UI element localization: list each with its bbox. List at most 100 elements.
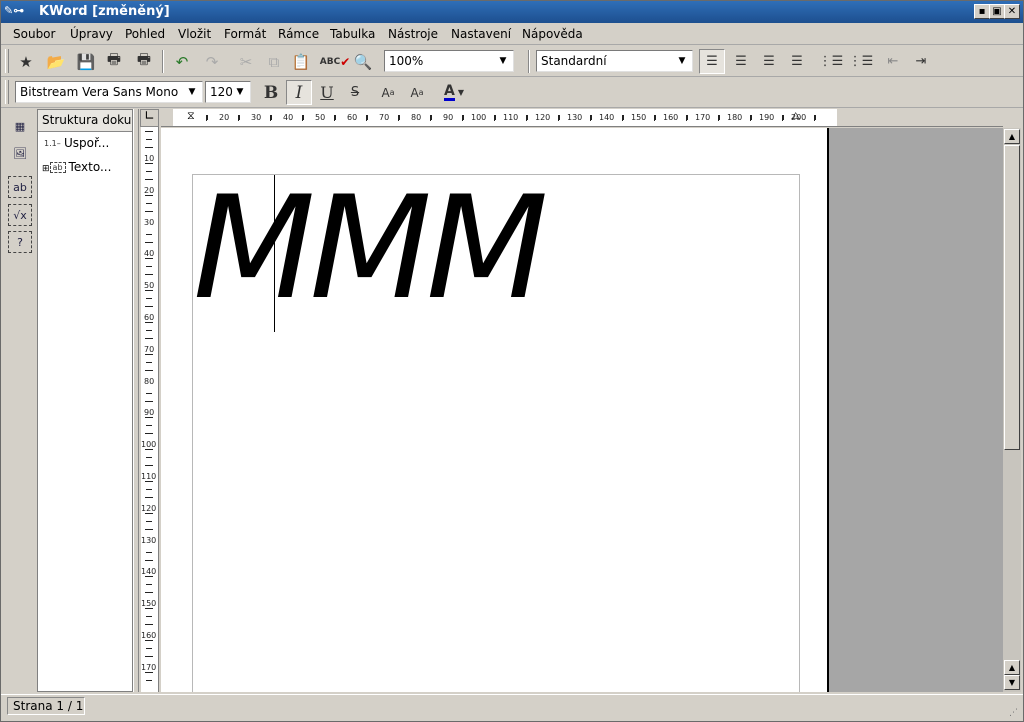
align-right-icon[interactable]: ☰: [756, 49, 782, 74]
insert-variable-icon[interactable]: ?: [8, 231, 32, 253]
zoom-combo[interactable]: 100% ▼: [384, 50, 514, 72]
scroll-up-button[interactable]: ▲: [1004, 129, 1020, 144]
ruler-label: 150: [631, 113, 647, 122]
text-frame[interactable]: MMM: [192, 174, 800, 692]
ruler-tick: [687, 115, 688, 120]
tree-item-arrangement[interactable]: 1.1– Uspoř...: [44, 136, 109, 150]
align-left-icon[interactable]: ☰: [699, 49, 725, 74]
paste-icon[interactable]: 📋: [288, 49, 314, 74]
menu-vlozit[interactable]: Vložit: [178, 27, 211, 41]
main-toolbar: ★ 📂 💾 🖶 🖶 ↶ ↷ ✂ ⧉ 📋 ABC ✔ 🔍 100% ▼ Standa…: [1, 46, 1023, 77]
title-bar[interactable]: ✎⊶ KWord [změněný] ▪ ▣ ✕: [1, 1, 1023, 23]
chevron-down-icon[interactable]: ▼: [184, 84, 200, 100]
menu-tabulka[interactable]: Tabulka: [330, 27, 375, 41]
insert-text-frame-icon[interactable]: ab: [8, 176, 32, 198]
insert-table-icon[interactable]: ▦: [8, 115, 32, 137]
toolbar-handle[interactable]: [5, 49, 9, 73]
ruler-tick: [494, 115, 495, 121]
status-bar: Strana 1 / 1 ⋰: [1, 694, 1023, 722]
tree-item-text-frames[interactable]: ⊞ ab Texto...: [42, 160, 111, 174]
spellcheck-icon[interactable]: ABC ✔: [320, 49, 351, 74]
scrollbar-thumb[interactable]: [1004, 145, 1020, 450]
menu-pohled[interactable]: Pohled: [125, 27, 165, 41]
scroll-down-button-2[interactable]: ▼: [1004, 675, 1020, 690]
horizontal-ruler[interactable]: 1020304050607080901001101201301401501601…: [161, 109, 1003, 127]
italic-button[interactable]: I: [286, 80, 312, 105]
ruler-label: 140: [599, 113, 615, 122]
menu-nastaveni[interactable]: Nastavení: [451, 27, 511, 41]
kword-window: ✎⊶ KWord [změněný] ▪ ▣ ✕ Soubor Úpravy P…: [0, 0, 1024, 722]
insert-formula-icon[interactable]: √x: [8, 204, 32, 226]
insert-picture-icon[interactable]: 🖼: [8, 142, 32, 164]
vertical-scrollbar[interactable]: ▲ ▲ ▼: [1003, 128, 1021, 692]
open-document-icon[interactable]: 📂: [43, 49, 69, 74]
maximize-button[interactable]: ▣: [989, 4, 1005, 19]
frame-tool-palette: ▦ 🖼 ab √x ?: [5, 109, 35, 692]
bullet-list-icon[interactable]: ⋮☰: [848, 49, 874, 74]
redo-icon[interactable]: ↷: [199, 49, 225, 74]
ruler-label: 100: [141, 440, 157, 450]
save-icon[interactable]: 💾: [73, 49, 99, 74]
ruler-tick: [815, 115, 816, 120]
menu-nastroje[interactable]: Nástroje: [388, 27, 438, 41]
numbered-list-icon[interactable]: ⋮☰: [818, 49, 844, 74]
tab-stop-selector[interactable]: ∟: [140, 109, 159, 127]
minimize-button[interactable]: ▪: [974, 4, 990, 19]
menu-napoveda[interactable]: Nápověda: [522, 27, 583, 41]
ruler-label: 70: [379, 113, 390, 122]
cut-icon[interactable]: ✂: [233, 49, 259, 74]
undo-icon[interactable]: ↶: [169, 49, 195, 74]
document-canvas[interactable]: MMM: [161, 128, 1003, 692]
copy-icon[interactable]: ⧉: [261, 49, 287, 74]
right-indent-marker[interactable]: ⧍: [791, 111, 800, 122]
menu-soubor[interactable]: Soubor: [13, 27, 55, 41]
scroll-down-button[interactable]: ▲: [1004, 660, 1020, 675]
document-page[interactable]: MMM: [161, 128, 829, 692]
print-icon[interactable]: 🖶: [101, 49, 127, 74]
left-indent-marker[interactable]: ⧖: [187, 109, 195, 123]
ruler-tick: [367, 115, 368, 120]
align-center-icon[interactable]: ☰: [728, 49, 754, 74]
chevron-down-icon[interactable]: ▼: [495, 53, 511, 69]
text-color-label: A: [444, 83, 455, 101]
ruler-tick: [145, 369, 153, 371]
app-icon[interactable]: ✎⊶: [4, 4, 34, 20]
print-preview-icon[interactable]: 🖶: [131, 49, 157, 74]
increase-indent-icon[interactable]: ⇥: [908, 49, 934, 74]
menu-format[interactable]: Formát: [224, 27, 266, 41]
chevron-down-icon[interactable]: ▼: [674, 53, 690, 69]
font-size-combo[interactable]: 120 ▼: [205, 81, 251, 103]
text-color-button[interactable]: A ▼: [437, 80, 471, 105]
decrease-indent-icon[interactable]: ⇤: [880, 49, 906, 74]
ruler-tick: [145, 146, 153, 148]
ruler-tick: [334, 115, 335, 121]
menu-upravy[interactable]: Úpravy: [70, 27, 113, 41]
subscript-icon[interactable]: Aa: [404, 80, 430, 105]
ruler-label: 170: [141, 662, 157, 672]
bold-button[interactable]: B: [258, 80, 284, 105]
ruler-tick: [527, 115, 528, 120]
strikethrough-button[interactable]: S: [342, 80, 368, 105]
ruler-tick: [526, 115, 527, 121]
document-text[interactable]: MMM: [193, 178, 549, 320]
chevron-down-icon[interactable]: ▼: [232, 84, 248, 100]
panel-splitter[interactable]: [133, 109, 139, 692]
ruler-tick: [239, 115, 240, 120]
font-family-combo[interactable]: Bitstream Vera Sans Mono ▼: [15, 81, 203, 103]
new-document-icon[interactable]: ★: [13, 49, 39, 74]
underline-button[interactable]: U: [314, 80, 340, 105]
vertical-ruler[interactable]: 10 20 30 40 50 60 70 80 90 100 110 120 130 140 150 160 1…: [140, 127, 159, 692]
close-button[interactable]: ✕: [1004, 4, 1020, 19]
ruler-tick: [783, 115, 784, 120]
superscript-icon[interactable]: Aa: [375, 80, 401, 105]
paragraph-style-combo[interactable]: Standardní ▼: [536, 50, 693, 72]
ruler-tick: [398, 115, 399, 121]
align-justify-icon[interactable]: ☰: [784, 49, 810, 74]
toolbar-handle[interactable]: [5, 80, 9, 104]
ruler-tick: [145, 560, 153, 562]
menu-ramce[interactable]: Rámce: [278, 27, 319, 41]
find-icon[interactable]: 🔍: [350, 49, 376, 74]
resize-grip-icon[interactable]: ⋰: [1009, 708, 1021, 720]
expand-icon[interactable]: ⊞: [42, 164, 50, 174]
structure-header[interactable]: Struktura doku: [38, 110, 132, 132]
